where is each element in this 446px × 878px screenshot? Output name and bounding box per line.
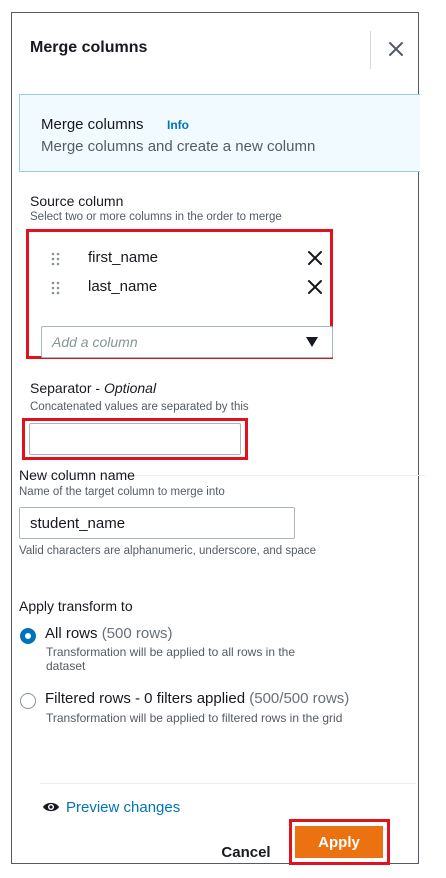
all-rows-label-text: All rows xyxy=(45,625,98,642)
apply-transform-label: Apply transform to xyxy=(19,598,133,614)
preview-changes-link[interactable]: Preview changes xyxy=(42,797,180,817)
new-column-name-hint: Valid characters are alphanumeric, under… xyxy=(19,545,317,557)
new-column-name-input[interactable] xyxy=(19,507,295,539)
filtered-rows-label-text: Filtered rows - 0 filters applied xyxy=(45,690,246,707)
source-column-description: Select two or more columns in the order … xyxy=(30,211,282,223)
all-rows-label[interactable]: All rows (500 rows) xyxy=(45,625,173,642)
info-panel: Merge columns Info Merge columns and cre… xyxy=(19,94,420,172)
separator-description: Concatenated values are separated by thi… xyxy=(30,401,249,413)
all-rows-count: (500 rows) xyxy=(101,625,173,642)
new-column-name-description: Name of the target column to merge into xyxy=(19,486,225,498)
caret-down-icon xyxy=(306,337,318,347)
separator-label-text: Separator - xyxy=(30,380,104,396)
add-column-select[interactable]: Add a column xyxy=(41,326,333,358)
filtered-rows-count: (500/500 rows) xyxy=(249,690,350,707)
separator-input[interactable] xyxy=(29,423,241,455)
source-column-name: first_name xyxy=(88,249,159,266)
footer-divider xyxy=(40,783,416,784)
filtered-rows-radio[interactable] xyxy=(20,693,36,709)
panel-title: Merge columns xyxy=(30,39,148,56)
separator-optional-text: Optional xyxy=(103,380,157,396)
source-column-label: Source column xyxy=(30,193,124,209)
panel-header: Merge columns xyxy=(12,13,418,83)
eye-icon xyxy=(43,802,59,812)
info-panel-title: Merge columns xyxy=(41,116,144,133)
source-column-name: last_name xyxy=(88,278,158,295)
filtered-rows-description: Transformation will be applied to filter… xyxy=(46,711,343,725)
merge-columns-panel: Merge columns Merge columns Info Merge c… xyxy=(11,12,425,865)
new-column-name-label: New column name xyxy=(19,467,135,483)
filtered-rows-label[interactable]: Filtered rows - 0 filters applied (500/5… xyxy=(45,690,349,707)
drag-handle-icon[interactable] xyxy=(50,281,62,295)
close-button[interactable] xyxy=(380,33,412,65)
apply-button[interactable]: Apply xyxy=(295,826,383,858)
separator-label: Separator - Optional xyxy=(30,380,156,396)
drag-handle-icon[interactable] xyxy=(50,252,62,266)
preview-changes-label: Preview changes xyxy=(66,798,181,816)
info-panel-description: Merge columns and create a new column xyxy=(41,138,316,155)
header-divider xyxy=(370,31,371,69)
close-icon xyxy=(389,42,403,56)
all-rows-radio[interactable] xyxy=(20,628,36,644)
all-rows-description: Transformation will be applied to all ro… xyxy=(46,645,296,673)
info-link[interactable]: Info xyxy=(167,118,189,132)
cancel-button[interactable]: Cancel xyxy=(208,844,284,868)
remove-column-button[interactable] xyxy=(306,249,324,267)
source-column-item: first_name xyxy=(50,247,330,271)
source-column-item: last_name xyxy=(50,276,330,300)
add-column-placeholder: Add a column xyxy=(52,334,138,350)
remove-column-button[interactable] xyxy=(306,278,324,296)
